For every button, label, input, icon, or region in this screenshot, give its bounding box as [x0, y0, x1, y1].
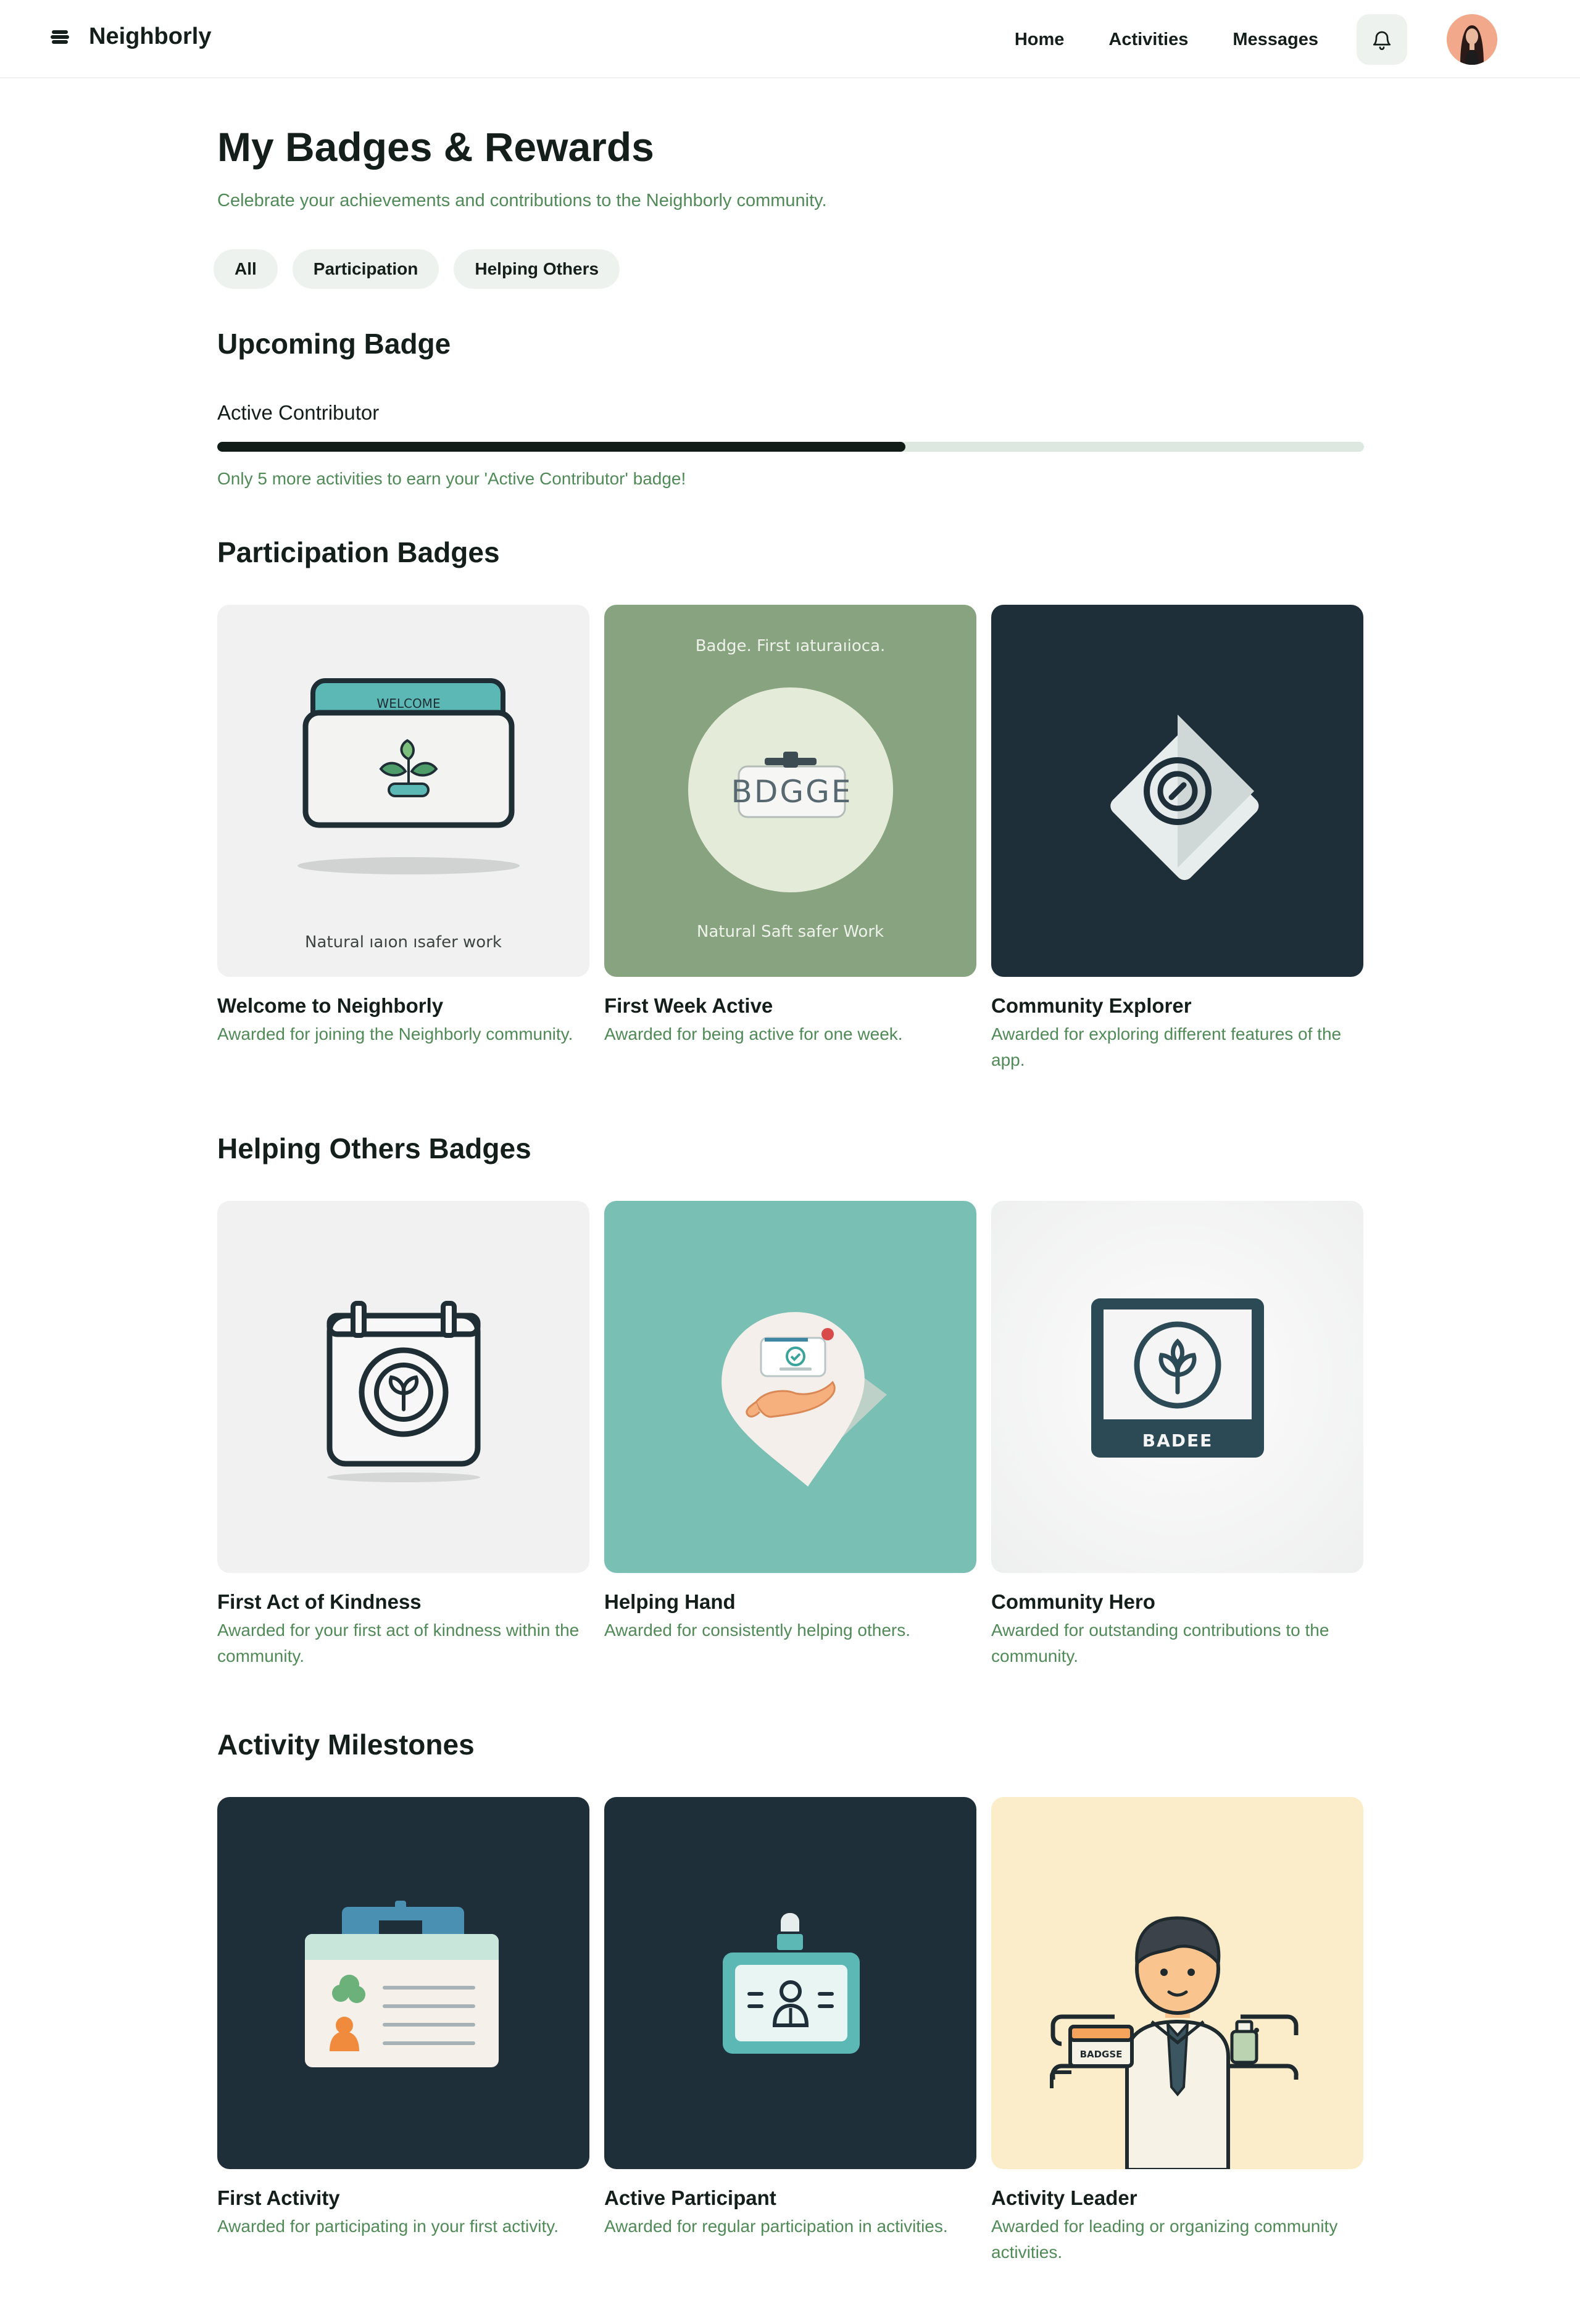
helping-others-section-title: Helping Others Badges: [217, 1132, 531, 1164]
leader-art-text: BADGSE: [1080, 2049, 1123, 2060]
badge-description: Awarded for exploring different features…: [991, 1024, 1342, 1069]
badge-title: Helping Hand: [604, 1590, 736, 1613]
main-nav: Home Activities Messages: [1015, 14, 1497, 65]
badge-description: Awarded for outstanding contributions to…: [991, 1621, 1329, 1666]
badge-card[interactable]: BDGGE Badge. First ıaturaıioca. Natural …: [604, 605, 976, 1073]
welcome-card-icon: WELCOME: [297, 678, 520, 874]
brand[interactable]: Neighborly: [49, 23, 211, 50]
filter-all[interactable]: All: [214, 249, 278, 289]
badge-description: Awarded for participating in your first …: [217, 2217, 559, 2236]
badge-title: Community Hero: [991, 1590, 1155, 1613]
upcoming-badge-name: Active Contributor: [217, 401, 380, 424]
leader-person-icon: BADGSE: [1050, 1916, 1299, 2169]
badge-title: First Activity: [217, 2186, 340, 2209]
participation-badge-grid: WELCOME Natural ıaıon ısafer work Welcom…: [217, 605, 1364, 1073]
badge-title: First Act of Kindness: [217, 1590, 422, 1613]
nav-activities[interactable]: Activities: [1108, 14, 1188, 65]
badge-card[interactable]: BADGSE Activity Leader Awarded for leadi…: [991, 1797, 1363, 2265]
badge-card[interactable]: Community Explorer Awarded for exploring…: [991, 605, 1363, 1073]
badge-title: Welcome to Neighborly: [217, 994, 444, 1017]
welcome-art-caption: Natural ıaıon ısafer work: [305, 933, 502, 952]
badge-card[interactable]: Active Participant Awarded for regular p…: [604, 1797, 976, 2265]
upcoming-progress-bar: [217, 442, 1364, 452]
badge-title: Community Explorer: [991, 994, 1192, 1017]
id-clipboard-icon: [305, 1901, 499, 2067]
user-avatar[interactable]: [1447, 14, 1497, 65]
upcoming-progress-note: Only 5 more activities to earn your 'Act…: [217, 469, 686, 488]
activity-milestones-section-title: Activity Milestones: [217, 1728, 475, 1761]
badge-description: Awarded for joining the Neighborly commu…: [217, 1024, 573, 1044]
badge-title: First Week Active: [604, 994, 773, 1017]
id-badge-icon: [723, 1913, 860, 2054]
first-week-art-top-caption: Badge. First ıaturaıioca.: [695, 637, 886, 655]
hero-art-text: BADEE: [1142, 1430, 1213, 1451]
badge-card[interactable]: First Activity Awarded for participating…: [217, 1797, 589, 2265]
compass-diamond-icon: [1110, 715, 1259, 881]
first-week-art-text: BDGGE: [731, 774, 853, 810]
badge-description: Awarded for your first act of kindness w…: [217, 1621, 580, 1666]
helping-others-badge-grid: First Act of Kindness Awarded for your f…: [217, 1201, 1364, 1669]
brand-logo-icon: [51, 30, 69, 44]
first-activity-badge-image: [217, 1797, 589, 2169]
nav-home[interactable]: Home: [1015, 14, 1065, 65]
filter-participation[interactable]: Participation: [292, 249, 439, 289]
welcome-art-text: WELCOME: [376, 696, 440, 711]
welcome-badge-image: WELCOME Natural ıaıon ısafer work: [217, 605, 589, 977]
activity-leader-badge-image: BADGSE: [991, 1797, 1363, 2169]
badge-card[interactable]: Helping Hand Awarded for consistently he…: [604, 1201, 976, 1669]
helping-hand-badge-image: [604, 1201, 976, 1573]
first-week-art-caption: Natural Saft safer Work: [696, 923, 884, 941]
filter-helping-others[interactable]: Helping Others: [454, 249, 620, 289]
hero-plaque-icon: BADEE: [1091, 1298, 1264, 1458]
first-week-card-icon: BDGGE: [688, 687, 893, 892]
kindness-clipboard-icon: [326, 1301, 481, 1482]
avatar-illustration: [1447, 14, 1497, 65]
badge-card[interactable]: BADEE Community Hero Awarded for outstan…: [991, 1201, 1363, 1669]
filter-tabs: All Participation Helping Others: [214, 249, 620, 289]
badge-title: Activity Leader: [991, 2186, 1137, 2209]
page-title: My Badges & Rewards: [217, 124, 654, 170]
badge-description: Awarded for being active for one week.: [604, 1024, 903, 1044]
first-week-badge-image: BDGGE Badge. First ıaturaıioca. Natural …: [604, 605, 976, 977]
upcoming-badge-heading: Upcoming Badge: [217, 328, 451, 360]
first-act-kindness-badge-image: [217, 1201, 589, 1573]
top-navigation-bar: Neighborly Home Activities Messages: [0, 0, 1580, 78]
community-explorer-badge-image: [991, 605, 1363, 977]
upcoming-progress-fill: [217, 442, 905, 452]
badge-description: Awarded for consistently helping others.: [604, 1621, 910, 1640]
page-subtitle: Celebrate your achievements and contribu…: [217, 191, 827, 210]
participation-section-title: Participation Badges: [217, 536, 500, 568]
active-participant-badge-image: [604, 1797, 976, 2169]
badge-card[interactable]: WELCOME Natural ıaıon ısafer work Welcom…: [217, 605, 589, 1073]
badge-description: Awarded for regular participation in act…: [604, 2217, 948, 2236]
badge-title: Active Participant: [604, 2186, 776, 2209]
helping-hand-icon: [721, 1312, 887, 1487]
badge-description: Awarded for leading or organizing commun…: [991, 2217, 1338, 2262]
notifications-button[interactable]: [1357, 14, 1407, 65]
community-hero-badge-image: BADEE: [991, 1201, 1363, 1573]
activity-milestones-badge-grid: First Activity Awarded for participating…: [217, 1797, 1364, 2265]
bell-icon: [1373, 31, 1391, 51]
nav-messages[interactable]: Messages: [1233, 14, 1318, 65]
brand-name: Neighborly: [89, 23, 212, 49]
badge-card[interactable]: First Act of Kindness Awarded for your f…: [217, 1201, 589, 1669]
